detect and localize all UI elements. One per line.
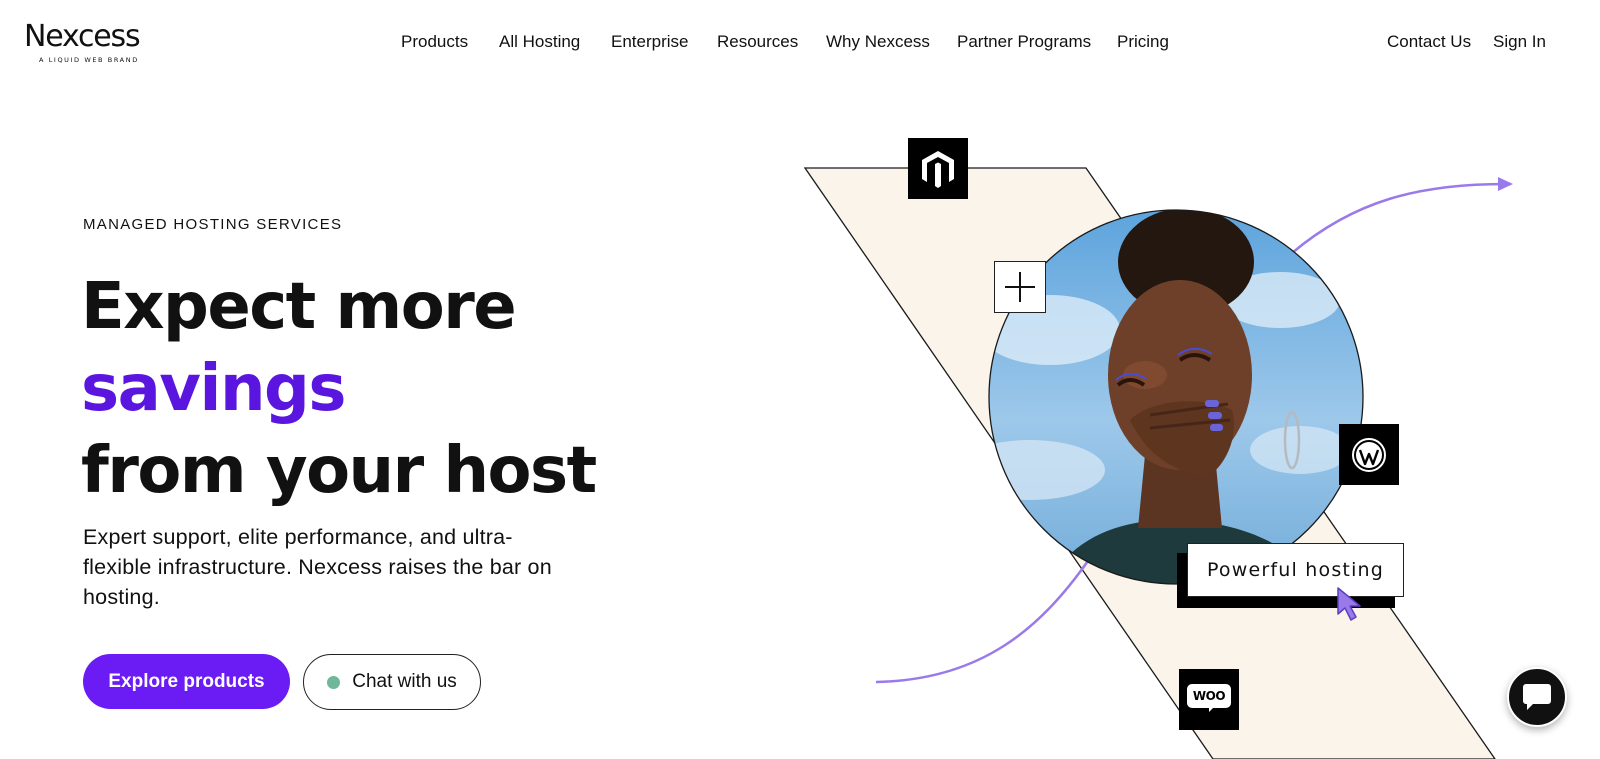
plus-icon <box>994 261 1046 313</box>
main-nav: Products All Hosting Enterprise Resource… <box>0 30 1600 54</box>
powerful-hosting-card: Powerful hosting <box>1187 543 1404 597</box>
nav-item-products[interactable]: Products <box>401 30 468 54</box>
nav-item-why-nexcess[interactable]: Why Nexcess <box>826 30 930 54</box>
hero-eyebrow: MANAGED HOSTING SERVICES <box>83 216 343 233</box>
nav-item-pricing[interactable]: Pricing <box>1117 30 1169 54</box>
nav-item-enterprise[interactable]: Enterprise <box>611 30 688 54</box>
woo-badge-text: WOO <box>1187 683 1231 708</box>
hero-description: Expert support, elite performance, and u… <box>83 525 552 609</box>
chat-button-label: Chat with us <box>352 671 457 692</box>
site-header: Nexcess A LIQUID WEB BRAND Products All … <box>0 0 1600 84</box>
explore-products-button[interactable]: Explore products <box>83 654 290 709</box>
arrow-icon <box>1291 182 1507 254</box>
chat-with-us-button[interactable]: Chat with us <box>303 654 481 710</box>
headline-accent: savings <box>81 352 346 426</box>
contact-us-link[interactable]: Contact Us <box>1387 30 1471 54</box>
chat-bubble-icon <box>1523 684 1551 710</box>
chat-widget-button[interactable] <box>1507 667 1567 727</box>
wordpress-icon <box>1339 424 1399 485</box>
headline-line-1: Expect more <box>81 270 517 344</box>
online-status-dot <box>327 675 341 689</box>
hero-headline: Expect more savings from your host <box>81 266 597 512</box>
nav-item-resources[interactable]: Resources <box>717 30 798 54</box>
nav-item-partner-programs[interactable]: Partner Programs <box>957 30 1091 54</box>
logo-tagline: A LIQUID WEB BRAND <box>39 56 139 64</box>
nav-item-all-hosting[interactable]: All Hosting <box>499 30 580 54</box>
woocommerce-icon: WOO <box>1179 669 1239 730</box>
cursor-icon <box>1337 587 1361 621</box>
magento-icon <box>908 138 968 199</box>
hero-illustration <box>803 167 1513 759</box>
headline-line-3: from your host <box>81 434 597 508</box>
sign-in-link[interactable]: Sign In <box>1493 30 1546 54</box>
